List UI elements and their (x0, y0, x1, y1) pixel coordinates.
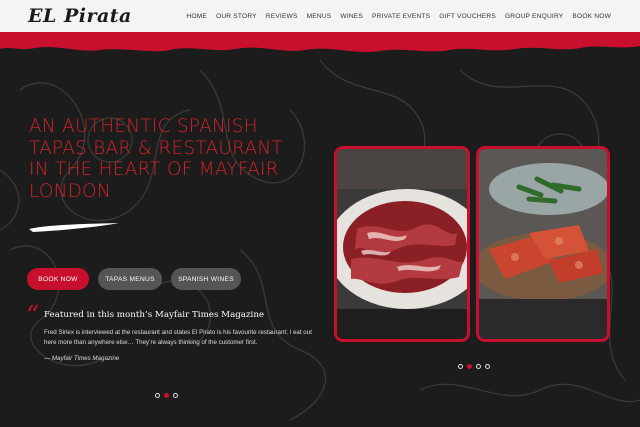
carousel-dot[interactable] (458, 364, 463, 369)
nav-menus[interactable]: MENUS (307, 13, 332, 20)
nav-reviews[interactable]: REVIEWS (266, 13, 298, 20)
carousel-dot-active[interactable] (164, 393, 169, 398)
carousel-dot[interactable] (155, 393, 160, 398)
carousel-dot[interactable] (485, 364, 490, 369)
carousel-dot[interactable] (173, 393, 178, 398)
nav-group-enquiry[interactable]: GROUP ENQUIRY (505, 13, 563, 20)
quote-icon: “ (26, 301, 40, 331)
main-nav: HOME OUR STORY REVIEWS MENUS WINES PRIVA… (186, 0, 611, 32)
tapas-menus-button[interactable]: TAPAS MENUS (98, 268, 162, 290)
brand-logo[interactable]: EL Pirata (28, 4, 132, 28)
testimonial-source: — Mayfair Times Magazine (44, 355, 120, 362)
nav-book-now[interactable]: BOOK NOW (572, 13, 611, 20)
nav-home[interactable]: HOME (186, 13, 207, 20)
top-navigation-bar: EL Pirata HOME OUR STORY REVIEWS MENUS W… (0, 0, 640, 32)
spanish-wines-button[interactable]: SPANISH WINES (171, 268, 241, 290)
brush-stroke-divider (29, 223, 119, 232)
red-paint-band (0, 30, 640, 52)
nav-private-events[interactable]: PRIVATE EVENTS (372, 13, 430, 20)
jamon-plate-image (334, 146, 470, 342)
book-now-button[interactable]: BOOK NOW (27, 268, 89, 290)
nav-gift-vouchers[interactable]: GIFT VOUCHERS (439, 13, 496, 20)
carousel-dot[interactable] (476, 364, 481, 369)
pan-con-tomate-image (476, 146, 610, 342)
nav-our-story[interactable]: OUR STORY (216, 13, 257, 20)
nav-wines[interactable]: WINES (340, 13, 363, 20)
testimonial-carousel-dots (155, 393, 178, 398)
hero-title: AN AUTHENTIC SPANISH TAPAS BAR & RESTAUR… (29, 116, 283, 202)
image-carousel-dots (458, 364, 490, 369)
carousel-dot-active[interactable] (467, 364, 472, 369)
testimonial-body: Fred Siriex is interviewed at the restau… (44, 329, 312, 346)
testimonial-heading: Featured in this month’s Mayfair Times M… (44, 310, 265, 320)
